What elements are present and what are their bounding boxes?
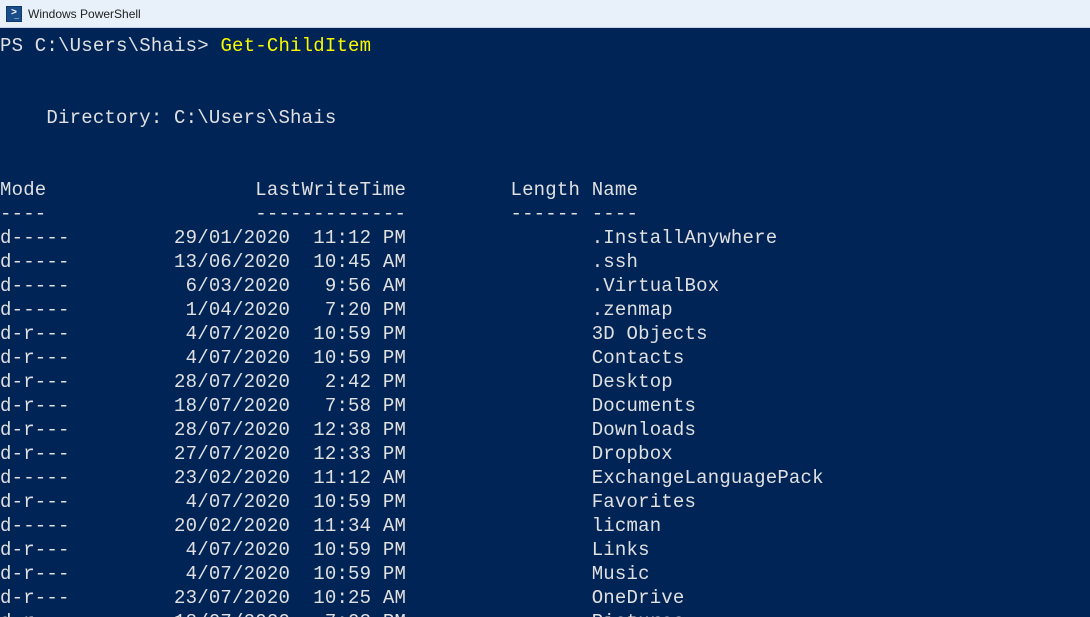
- table-row: d-r--- 4/07/2020 10:59 PM Links: [0, 538, 1090, 562]
- table-header: Mode LastWriteTime Length Name: [0, 178, 1090, 202]
- blank-line: [0, 58, 1090, 82]
- blank-line: [0, 130, 1090, 154]
- table-row: d----- 1/04/2020 7:20 PM .zenmap: [0, 298, 1090, 322]
- table-row: d----- 13/06/2020 10:45 AM .ssh: [0, 250, 1090, 274]
- blank-line: [0, 82, 1090, 106]
- terminal-area[interactable]: PS C:\Users\Shais> Get-ChildItem Directo…: [0, 28, 1090, 617]
- table-row: d----- 29/01/2020 11:12 PM .InstallAnywh…: [0, 226, 1090, 250]
- table-row: d-r--- 27/07/2020 12:33 PM Dropbox: [0, 442, 1090, 466]
- table-row: d-r--- 23/07/2020 10:25 AM OneDrive: [0, 586, 1090, 610]
- table-row: d-r--- 4/07/2020 10:59 PM Contacts: [0, 346, 1090, 370]
- table-row: d-r--- 18/07/2020 7:03 PM Pictures: [0, 610, 1090, 617]
- table-row: d----- 6/03/2020 9:56 AM .VirtualBox: [0, 274, 1090, 298]
- window-title-bar[interactable]: Windows PowerShell: [0, 0, 1090, 28]
- blank-line: [0, 154, 1090, 178]
- table-row: d-r--- 4/07/2020 10:59 PM 3D Objects: [0, 322, 1090, 346]
- table-row: d-r--- 18/07/2020 7:58 PM Documents: [0, 394, 1090, 418]
- table-row: d----- 20/02/2020 11:34 AM licman: [0, 514, 1090, 538]
- window-title: Windows PowerShell: [28, 7, 141, 21]
- prompt-command: Get-ChildItem: [220, 35, 371, 57]
- powershell-icon: [6, 6, 22, 22]
- prompt-line: PS C:\Users\Shais> Get-ChildItem: [0, 34, 1090, 58]
- table-row: d-r--- 28/07/2020 12:38 PM Downloads: [0, 418, 1090, 442]
- directory-line: Directory: C:\Users\Shais: [0, 106, 1090, 130]
- table-row: d-r--- 28/07/2020 2:42 PM Desktop: [0, 370, 1090, 394]
- table-row: d-r--- 4/07/2020 10:59 PM Music: [0, 562, 1090, 586]
- table-header-underline: ---- ------------- ------ ----: [0, 202, 1090, 226]
- prompt-path: PS C:\Users\Shais>: [0, 35, 220, 57]
- table-row: d----- 23/02/2020 11:12 AM ExchangeLangu…: [0, 466, 1090, 490]
- table-row: d-r--- 4/07/2020 10:59 PM Favorites: [0, 490, 1090, 514]
